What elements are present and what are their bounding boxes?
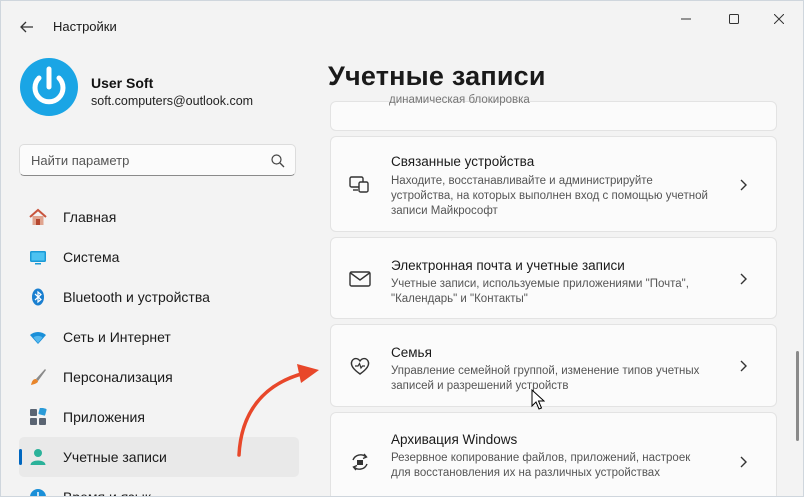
- search-icon: [271, 154, 285, 168]
- sidebar-item-bluetooth[interactable]: Bluetooth и устройства: [19, 277, 299, 317]
- brush-icon: [31, 369, 46, 385]
- search-placeholder: Найти параметр: [31, 153, 130, 168]
- back-arrow-icon: [20, 21, 33, 33]
- system-icon: [30, 251, 46, 265]
- maximize-button[interactable]: [719, 9, 749, 29]
- sidebar-item-time-language[interactable]: Время и язык: [19, 477, 299, 497]
- avatar[interactable]: [20, 58, 78, 116]
- annotation-arrow-icon: [237, 364, 319, 457]
- chevron-right-icon: [740, 456, 747, 468]
- profile-name: User Soft: [91, 75, 154, 91]
- card-description: Управление семейной группой, изменение т…: [391, 365, 700, 392]
- card-title: Связанные устройства: [391, 154, 535, 169]
- chevron-right-icon: [740, 360, 747, 372]
- sidebar-item-label: Время и язык: [63, 489, 151, 497]
- family-icon: [350, 357, 370, 375]
- close-button[interactable]: [764, 9, 794, 29]
- app-title: Настройки: [53, 19, 117, 34]
- page-title: Учетные записи: [328, 61, 546, 91]
- card-description: Учетные записи, используемые приложениям…: [391, 278, 689, 305]
- user-icon: [30, 449, 46, 465]
- card-title: Электронная почта и учетные записи: [391, 258, 625, 273]
- card-title: Архивация Windows: [391, 432, 518, 447]
- power-logo-icon: [20, 58, 78, 116]
- sidebar-item-label: Главная: [63, 209, 117, 225]
- settings-window: Настройки User Soft soft.computers@outlo…: [0, 0, 804, 497]
- clock-icon: [30, 489, 46, 496]
- card-title: Семья: [391, 345, 432, 360]
- family-card[interactable]: Семья Управление семейной группой, измен…: [330, 324, 777, 407]
- profile-email: soft.computers@outlook.com: [91, 94, 254, 108]
- chevron-right-icon: [740, 273, 747, 285]
- title-bar: Настройки: [1, 1, 803, 53]
- sidebar-item-label: Персонализация: [63, 369, 173, 385]
- sidebar-item-system[interactable]: Система: [19, 237, 299, 277]
- sidebar-item-label: Система: [63, 249, 120, 265]
- linked-devices-icon: [349, 176, 369, 193]
- search-input[interactable]: Найти параметр: [19, 144, 296, 176]
- apps-icon: [30, 408, 47, 425]
- back-button[interactable]: [15, 15, 39, 39]
- sidebar-item-network[interactable]: Сеть и Интернет: [19, 317, 299, 357]
- close-icon: [774, 14, 784, 24]
- sidebar-item-label: Учетные записи: [63, 449, 167, 465]
- bluetooth-icon: [32, 288, 44, 306]
- sidebar-item-label: Bluetooth и устройства: [63, 289, 210, 305]
- card-description: Находите, восстанавливайте и администрир…: [391, 175, 708, 217]
- mail-icon: [349, 271, 371, 287]
- dynamic-lock-card[interactable]: динамическая блокировка: [330, 94, 777, 131]
- sidebar-item-home[interactable]: Главная: [19, 197, 299, 237]
- windows-backup-card[interactable]: Архивация Windows Резервное копирование …: [330, 412, 777, 496]
- wifi-icon: [30, 331, 46, 344]
- sidebar-item-label: Сеть и Интернет: [63, 329, 171, 345]
- sidebar-item-label: Приложения: [63, 409, 145, 425]
- mouse-cursor-icon: [531, 389, 545, 410]
- chevron-right-icon: [740, 179, 747, 191]
- home-icon: [29, 208, 47, 225]
- scrollbar-thumb[interactable]: [796, 351, 799, 441]
- partial-card-text: динамическая блокировка: [389, 94, 530, 106]
- email-accounts-card[interactable]: Электронная почта и учетные записи Учетн…: [330, 237, 777, 319]
- minimize-button[interactable]: [671, 9, 701, 29]
- minimize-icon: [681, 18, 691, 20]
- card-description: Резервное копирование файлов, приложений…: [391, 452, 691, 479]
- maximize-icon: [729, 14, 739, 24]
- linked-devices-card[interactable]: Связанные устройства Находите, восстанав…: [330, 136, 777, 232]
- backup-icon: [352, 453, 368, 471]
